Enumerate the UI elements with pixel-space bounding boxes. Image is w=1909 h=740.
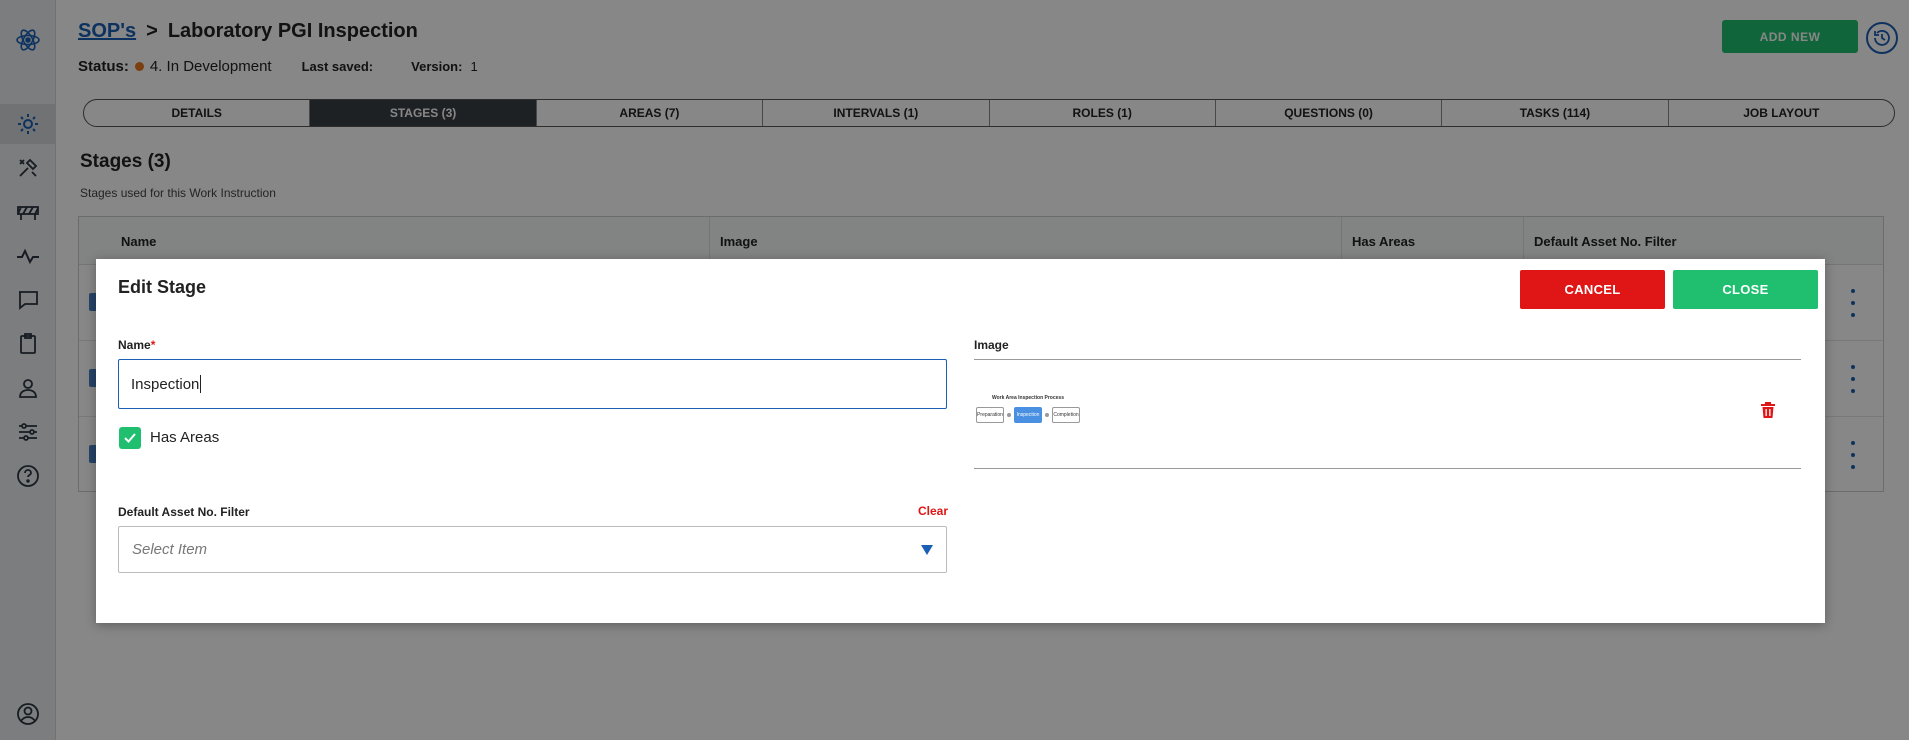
thumbnail-connector	[1007, 413, 1011, 417]
dialog-title: Edit Stage	[118, 277, 207, 297]
delete-image-icon[interactable]	[1760, 401, 1776, 419]
clear-filter-link[interactable]: Clear	[918, 504, 948, 518]
image-divider-bottom	[974, 468, 1801, 469]
dropdown-arrow-icon[interactable]	[921, 544, 933, 555]
thumbnail-step: Inspection	[1014, 407, 1042, 423]
thumbnail-title: Work Area Inspection Process	[992, 395, 1064, 401]
name-label: Name*	[118, 338, 155, 352]
thumbnail-step: Completion	[1052, 407, 1080, 423]
asset-filter-select[interactable]: Select Item	[118, 526, 947, 573]
has-areas-checkbox[interactable]	[119, 427, 141, 449]
checkmark-icon	[124, 433, 136, 443]
thumbnail-connector	[1045, 413, 1049, 417]
select-placeholder: Select Item	[132, 541, 208, 558]
cancel-button[interactable]: CANCEL	[1520, 270, 1665, 309]
required-marker: *	[150, 338, 156, 352]
name-label-text: Name	[118, 338, 151, 352]
image-divider-top	[974, 359, 1801, 360]
filter-label: Default Asset No. Filter	[118, 505, 250, 519]
image-label: Image	[974, 338, 1009, 352]
has-areas-label[interactable]: Has Areas	[150, 429, 219, 446]
edit-stage-dialog: Edit Stage CANCEL CLOSE Name* Inspection…	[96, 259, 1825, 623]
stage-image-thumbnail[interactable]: Work Area Inspection Process Preparation…	[974, 395, 1082, 429]
close-button[interactable]: CLOSE	[1673, 270, 1818, 309]
name-field-value: Inspection	[131, 375, 200, 393]
text-cursor	[200, 375, 202, 393]
name-field[interactable]: Inspection	[118, 359, 947, 409]
thumbnail-step: Preparation	[976, 407, 1004, 423]
